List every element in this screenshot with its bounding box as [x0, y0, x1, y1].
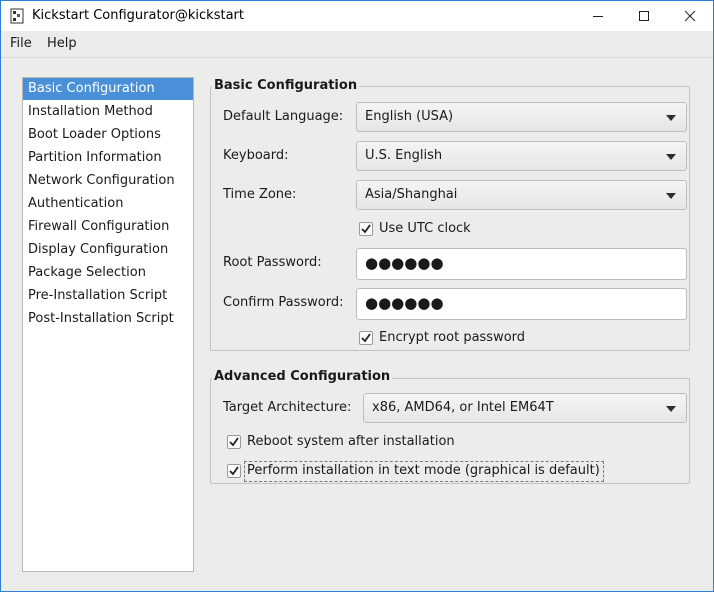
root-password-field[interactable]: ●●●●●●	[356, 248, 687, 280]
chevron-down-icon	[666, 154, 676, 160]
maximize-icon	[639, 11, 649, 21]
confirm-password-field[interactable]: ●●●●●●	[356, 288, 687, 320]
chevron-down-icon	[666, 193, 676, 199]
default-language-value: English (USA)	[365, 109, 454, 124]
section-list: Basic Configuration Installation Method …	[22, 77, 194, 572]
confirm-password-value: ●●●●●●	[365, 294, 444, 312]
confirm-password-label: Confirm Password:	[223, 295, 344, 310]
utc-clock-checkbox[interactable]	[359, 222, 373, 236]
window-title: Kickstart Configurator@kickstart	[32, 8, 244, 23]
advanced-configuration-title: Advanced Configuration	[212, 369, 393, 384]
chevron-down-icon	[666, 115, 676, 121]
default-language-dropdown[interactable]: English (USA)	[356, 102, 687, 132]
target-architecture-value: x86, AMD64, or Intel EM64T	[372, 400, 554, 415]
utc-clock-label: Use UTC clock	[379, 221, 471, 236]
checkmark-icon	[361, 224, 371, 234]
text-mode-label: Perform installation in text mode (graph…	[247, 463, 600, 478]
target-architecture-label: Target Architecture:	[223, 400, 352, 415]
time-zone-label: Time Zone:	[223, 187, 297, 202]
text-mode-checkbox[interactable]	[227, 464, 241, 478]
keyboard-label: Keyboard:	[223, 148, 289, 163]
sidebar-item-network-configuration[interactable]: Network Configuration	[23, 170, 193, 192]
sidebar-item-boot-loader-options[interactable]: Boot Loader Options	[23, 124, 193, 146]
keyboard-value: U.S. English	[365, 148, 443, 163]
app-icon	[10, 8, 24, 24]
title-bar[interactable]: Kickstart Configurator@kickstart	[1, 1, 713, 31]
default-language-label: Default Language:	[223, 109, 344, 124]
reboot-after-install-checkbox[interactable]	[227, 435, 241, 449]
checkmark-icon	[229, 437, 239, 447]
close-icon	[684, 10, 696, 22]
minimize-icon	[593, 16, 603, 17]
sidebar-item-package-selection[interactable]: Package Selection	[23, 262, 193, 284]
root-password-value: ●●●●●●	[365, 254, 444, 272]
chevron-down-icon	[666, 406, 676, 412]
maximize-button[interactable]	[621, 1, 667, 31]
basic-configuration-title: Basic Configuration	[212, 78, 360, 93]
menu-help[interactable]: Help	[47, 36, 77, 51]
menu-bar: File Help	[1, 31, 713, 58]
checkmark-icon	[361, 333, 371, 343]
time-zone-value: Asia/Shanghai	[365, 187, 458, 202]
sidebar-item-installation-method[interactable]: Installation Method	[23, 101, 193, 123]
checkmark-icon	[229, 466, 239, 476]
sidebar-item-firewall-configuration[interactable]: Firewall Configuration	[23, 216, 193, 238]
minimize-button[interactable]	[575, 1, 621, 31]
close-button[interactable]	[667, 1, 713, 31]
sidebar-item-post-installation-script[interactable]: Post-Installation Script	[23, 308, 193, 330]
keyboard-dropdown[interactable]: U.S. English	[356, 141, 687, 171]
sidebar-item-authentication[interactable]: Authentication	[23, 193, 193, 215]
time-zone-dropdown[interactable]: Asia/Shanghai	[356, 180, 687, 210]
main-window: Kickstart Configurator@kickstart File He…	[0, 0, 714, 592]
sidebar-item-basic-configuration[interactable]: Basic Configuration	[23, 78, 193, 100]
sidebar-item-pre-installation-script[interactable]: Pre-Installation Script	[23, 285, 193, 307]
menu-file[interactable]: File	[10, 36, 32, 51]
target-architecture-dropdown[interactable]: x86, AMD64, or Intel EM64T	[363, 393, 687, 423]
sidebar-item-display-configuration[interactable]: Display Configuration	[23, 239, 193, 261]
reboot-after-install-label: Reboot system after installation	[247, 434, 455, 449]
encrypt-root-password-checkbox[interactable]	[359, 331, 373, 345]
root-password-label: Root Password:	[223, 255, 322, 270]
sidebar-item-partition-information[interactable]: Partition Information	[23, 147, 193, 169]
encrypt-root-password-label: Encrypt root password	[379, 330, 526, 345]
